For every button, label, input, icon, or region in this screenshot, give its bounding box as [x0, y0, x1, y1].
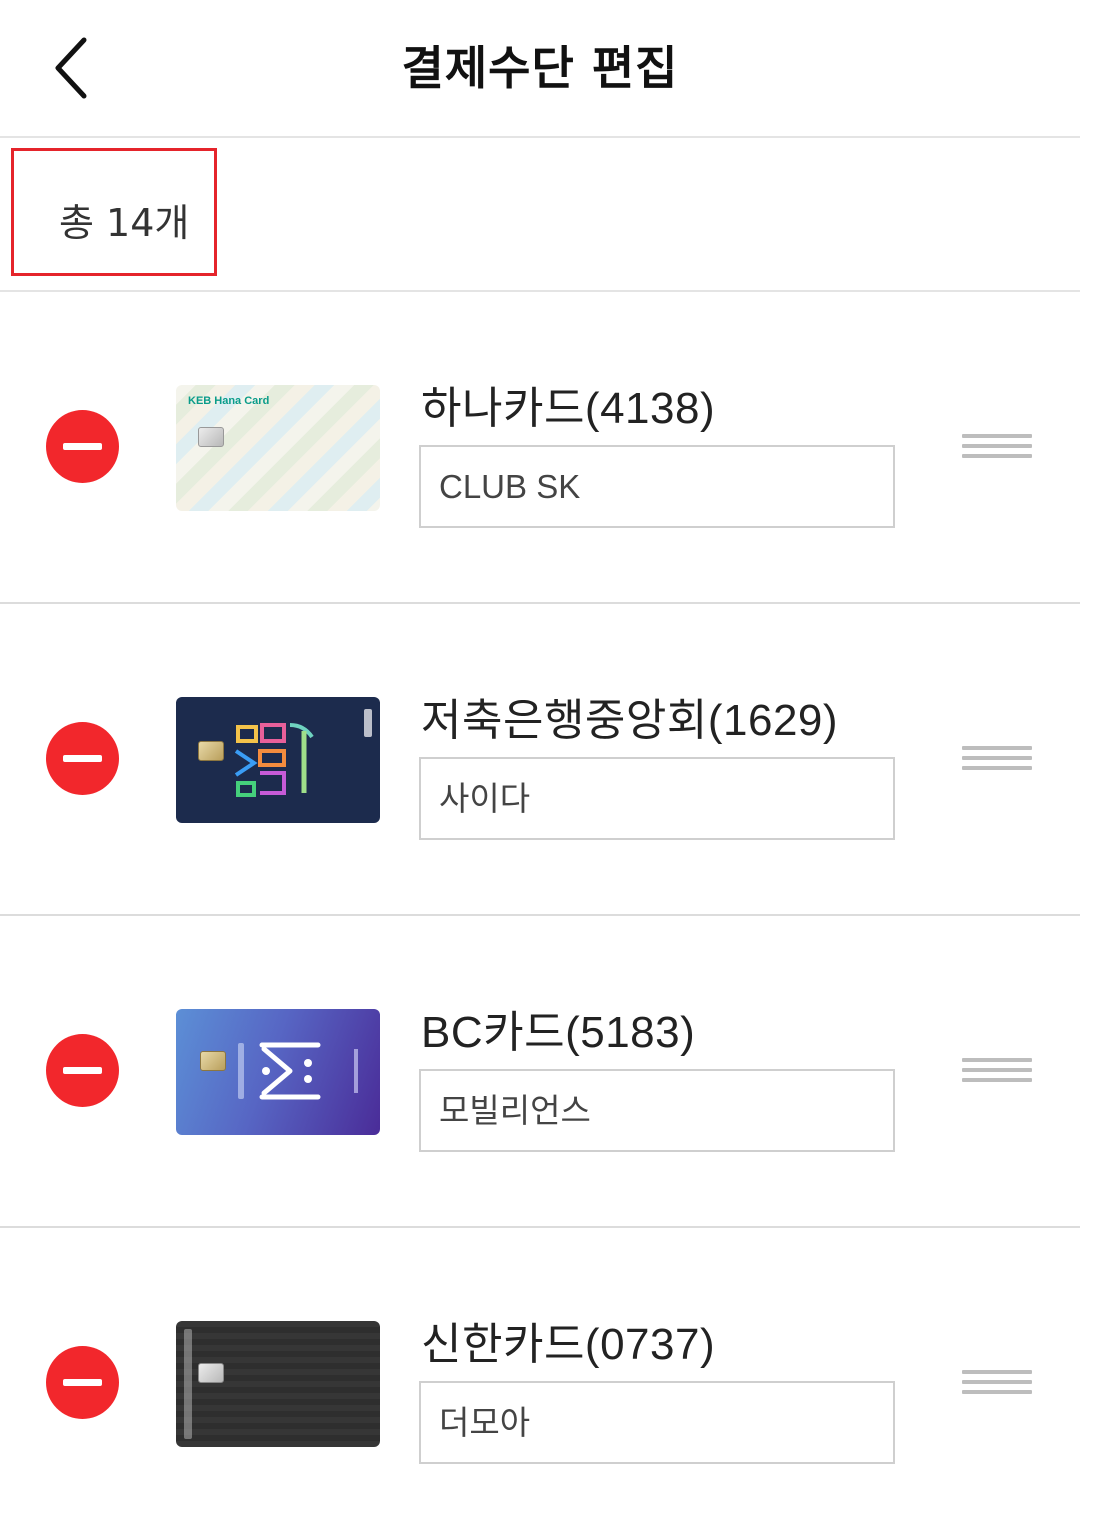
card-chip-icon	[198, 741, 224, 761]
card-artwork-icon	[234, 723, 314, 797]
remove-card-button[interactable]	[46, 1034, 119, 1107]
card-nickname-field[interactable]: 사이다	[419, 757, 895, 840]
list-item-card: BC카드(5183) 모빌리언스	[0, 916, 1080, 1228]
card-vertical-text	[364, 709, 372, 737]
card-nickname-field[interactable]: 더모아	[419, 1381, 895, 1464]
card-brand-text: KEB Hana Card	[188, 395, 270, 407]
drag-handle-icon[interactable]	[962, 434, 1032, 460]
card-vertical-text	[354, 1049, 358, 1093]
card-name: BC카드(5183)	[421, 1008, 696, 1057]
card-name: 신한카드(0737)	[421, 1320, 716, 1369]
drag-handle-icon[interactable]	[962, 746, 1032, 772]
remove-card-button[interactable]	[46, 722, 119, 795]
card-chip-icon	[198, 1363, 224, 1383]
card-image-hana: KEB Hana Card	[176, 385, 380, 511]
drag-handle-icon[interactable]	[962, 1370, 1032, 1396]
card-artwork-icon	[259, 1042, 321, 1100]
list-item-card: 신한카드(0737) 더모아	[0, 1228, 1080, 1516]
total-count: 총 14개	[59, 201, 190, 245]
remove-card-button[interactable]	[46, 410, 119, 483]
card-image-bc	[176, 1009, 380, 1135]
card-image-sida	[176, 697, 380, 823]
card-name: 하나카드(4138)	[421, 384, 716, 433]
app-header: 결제수단 편집	[0, 0, 1080, 138]
list-item-card: 저축은행중앙회(1629) 사이다	[0, 604, 1080, 916]
card-chip-icon	[200, 1051, 226, 1071]
card-chip-icon	[198, 427, 224, 447]
card-image-shinhan	[176, 1321, 380, 1447]
list-item-card: KEB Hana Card 하나카드(4138) CLUB SK	[0, 292, 1080, 604]
remove-card-button[interactable]	[46, 1346, 119, 1419]
summary-row: 총 14개	[0, 140, 1080, 292]
card-vertical-text	[184, 1329, 192, 1439]
card-nickname-field[interactable]: 모빌리언스	[419, 1069, 895, 1152]
card-vertical-text	[238, 1043, 244, 1099]
page-title: 결제수단 편집	[401, 41, 679, 95]
card-name: 저축은행중앙회(1629)	[421, 696, 839, 745]
card-nickname-field[interactable]: CLUB SK	[419, 445, 895, 528]
drag-handle-icon[interactable]	[962, 1058, 1032, 1084]
